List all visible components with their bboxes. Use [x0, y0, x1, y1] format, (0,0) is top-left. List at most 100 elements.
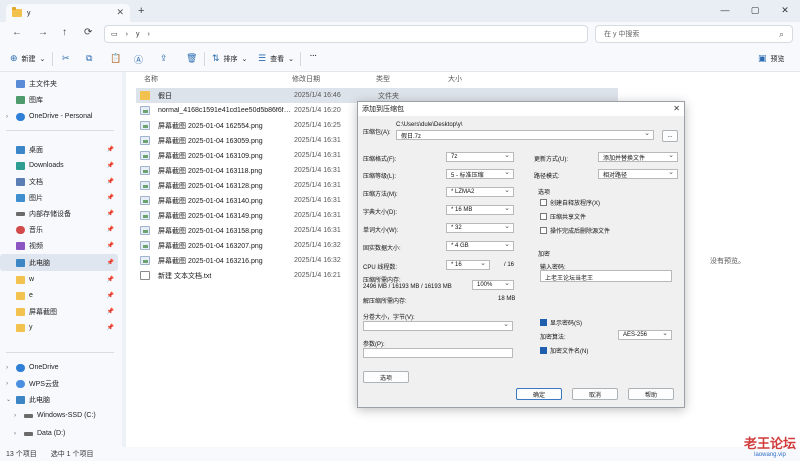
delete-after-checkbox[interactable]: 操作完成后删除源文件: [540, 226, 610, 235]
maximize-button[interactable]: ▢: [740, 0, 770, 20]
update-mode-select[interactable]: 添加并替换文件: [598, 152, 678, 162]
sidebar-item-y[interactable]: y 📌: [0, 320, 118, 335]
dictionary-select[interactable]: * 16 MB: [446, 205, 514, 215]
sidebar-item-drive-d[interactable]: › Data (D:): [0, 426, 118, 441]
minimize-button[interactable]: —: [710, 0, 740, 20]
chevron-right-icon[interactable]: ›: [6, 381, 8, 387]
cut-icon[interactable]: ✂: [62, 53, 70, 64]
sidebar-item-wps-cloud[interactable]: › WPS云盘: [0, 376, 118, 391]
compress-shared-checkbox[interactable]: 压缩共享文件: [540, 212, 586, 221]
chevron-right-icon[interactable]: ›: [6, 365, 8, 371]
sidebar-item-downloads[interactable]: Downloads 📌: [0, 158, 118, 173]
path-mode-select[interactable]: 相对路径: [598, 169, 678, 179]
sidebar-item-desktop[interactable]: 桌面 📌: [0, 142, 118, 157]
split-size-select[interactable]: [363, 321, 513, 331]
options-button[interactable]: 选项: [363, 371, 409, 383]
search-input[interactable]: 在 y 中搜索 ⌕: [595, 25, 793, 43]
sidebar-item-onedrive[interactable]: › OneDrive: [0, 360, 118, 375]
details-pane-button[interactable]: ▣ 预览: [758, 53, 785, 64]
password-input[interactable]: 上老王论坛当老王: [540, 270, 672, 282]
more-options-button[interactable]: ···: [310, 53, 317, 60]
command-bar: ⊕ 新建 ⌄ ✂ ⧉ 📋 Ⓐ ⇪ 🗑 ⇅ 排序 ⌄ ☰ 查看 ⌄ ··· ▣ 预…: [0, 46, 800, 72]
cancel-button[interactable]: 取消: [572, 388, 618, 400]
paste-icon[interactable]: 📋: [110, 53, 121, 64]
sidebar-item-pictures[interactable]: 图片 📌: [0, 190, 118, 205]
chevron-right-icon[interactable]: ›: [14, 413, 16, 419]
share-icon[interactable]: ⇪: [160, 53, 168, 64]
word-size-select[interactable]: * 32: [446, 223, 514, 233]
help-button[interactable]: 帮助: [628, 388, 674, 400]
copy-icon[interactable]: ⧉: [86, 53, 92, 64]
delete-icon[interactable]: 🗑: [186, 53, 197, 64]
up-arrow-icon[interactable]: ↑: [62, 27, 67, 38]
encryption-group-label: 加密: [538, 252, 551, 258]
sidebar-item-gallery[interactable]: 图库: [0, 92, 118, 107]
sidebar-item-music[interactable]: 音乐 📌: [0, 222, 118, 237]
pc-icon: [16, 258, 25, 267]
folder-icon: [16, 323, 25, 332]
close-icon[interactable]: ✕: [673, 104, 680, 113]
sidebar-item-drive-c[interactable]: › Windows-SSD (C:): [0, 408, 118, 423]
chevron-down-icon[interactable]: ⌄: [6, 396, 11, 403]
encrypt-filenames-checkbox[interactable]: 加密文件名(N): [540, 346, 588, 355]
solid-size-select[interactable]: * 4 GB: [446, 241, 514, 251]
details-label: 预览: [770, 55, 785, 63]
file-date: 2025/1/4 16:20: [294, 107, 341, 114]
forward-arrow-icon[interactable]: →: [38, 27, 48, 38]
column-header-size[interactable]: 大小: [448, 74, 462, 86]
memory-percent-select[interactable]: 100%: [472, 280, 514, 290]
sidebar-item-this-pc[interactable]: 此电脑 📌: [0, 254, 118, 271]
details-icon: ▣: [758, 53, 767, 63]
view-button[interactable]: ☰ 查看 ⌄: [258, 53, 294, 64]
watermark-title: 老王论坛: [743, 437, 796, 452]
address-bar[interactable]: ▭ › y ›: [104, 25, 588, 43]
browse-button[interactable]: ...: [662, 130, 678, 142]
level-select[interactable]: 5 - 标准压缩: [446, 169, 514, 179]
create-sfx-checkbox[interactable]: 创建自释放程序(X): [540, 198, 600, 207]
sidebar-item-this-pc-tree[interactable]: ⌄ 此电脑: [0, 392, 118, 407]
chevron-right-icon: ›: [147, 30, 150, 38]
close-tab-icon[interactable]: ✕: [116, 7, 124, 18]
method-select[interactable]: * LZMA2: [446, 187, 514, 197]
sidebar-item-internal-storage[interactable]: 内部存储设备 📌: [0, 206, 118, 221]
format-select[interactable]: 7z: [446, 152, 514, 162]
sidebar-item-w[interactable]: w 📌: [0, 272, 118, 287]
pin-icon: 📌: [106, 293, 114, 299]
rename-icon[interactable]: Ⓐ: [134, 53, 143, 66]
divider: [204, 52, 205, 66]
image-file-icon: [140, 241, 150, 250]
back-arrow-icon[interactable]: ←: [12, 27, 22, 38]
sidebar-item-screenshots[interactable]: 屏幕截图 📌: [0, 304, 118, 319]
show-password-checkbox[interactable]: 显示密码(S): [540, 318, 582, 327]
sort-button[interactable]: ⇅ 排序 ⌄: [212, 53, 247, 64]
chevron-right-icon[interactable]: ›: [6, 114, 8, 120]
parameters-input[interactable]: [363, 348, 513, 358]
threads-total: / 16: [504, 262, 515, 268]
dictionary-value: * 16 MB: [451, 207, 473, 213]
sidebar-item-onedrive-personal[interactable]: › OneDrive - Personal: [0, 109, 118, 124]
threads-select[interactable]: * 16: [446, 260, 490, 270]
close-window-button[interactable]: ✕: [770, 0, 800, 20]
encryption-method-select[interactable]: AES-256: [618, 330, 672, 340]
column-header-name[interactable]: 名称: [144, 74, 158, 86]
tab-y[interactable]: y ✕: [6, 4, 130, 22]
file-date: 2025/1/4 16:25: [294, 122, 341, 129]
chevron-right-icon[interactable]: ›: [14, 431, 16, 437]
column-header-type[interactable]: 类型: [376, 74, 390, 86]
breadcrumb-y[interactable]: y: [136, 31, 140, 38]
pin-icon: 📌: [106, 211, 114, 217]
column-header-date[interactable]: 修改日期: [292, 74, 320, 86]
ok-button[interactable]: 确定: [516, 388, 562, 400]
decompress-memory-value: 18 MB: [498, 296, 516, 302]
sidebar-item-e[interactable]: e 📌: [0, 288, 118, 303]
sidebar-item-home[interactable]: 主文件夹: [0, 76, 118, 91]
refresh-icon[interactable]: ⟳: [84, 27, 92, 38]
new-tab-button[interactable]: +: [138, 5, 144, 17]
pin-icon: 📌: [106, 147, 114, 153]
sidebar-item-videos[interactable]: 视频 📌: [0, 238, 118, 253]
new-button[interactable]: ⊕ 新建 ⌄: [10, 53, 45, 64]
archive-name-input[interactable]: 假日.7z: [396, 130, 654, 140]
folder-icon: [16, 291, 25, 300]
sidebar-item-documents[interactable]: 文档 📌: [0, 174, 118, 189]
checkbox-icon: [540, 213, 547, 220]
